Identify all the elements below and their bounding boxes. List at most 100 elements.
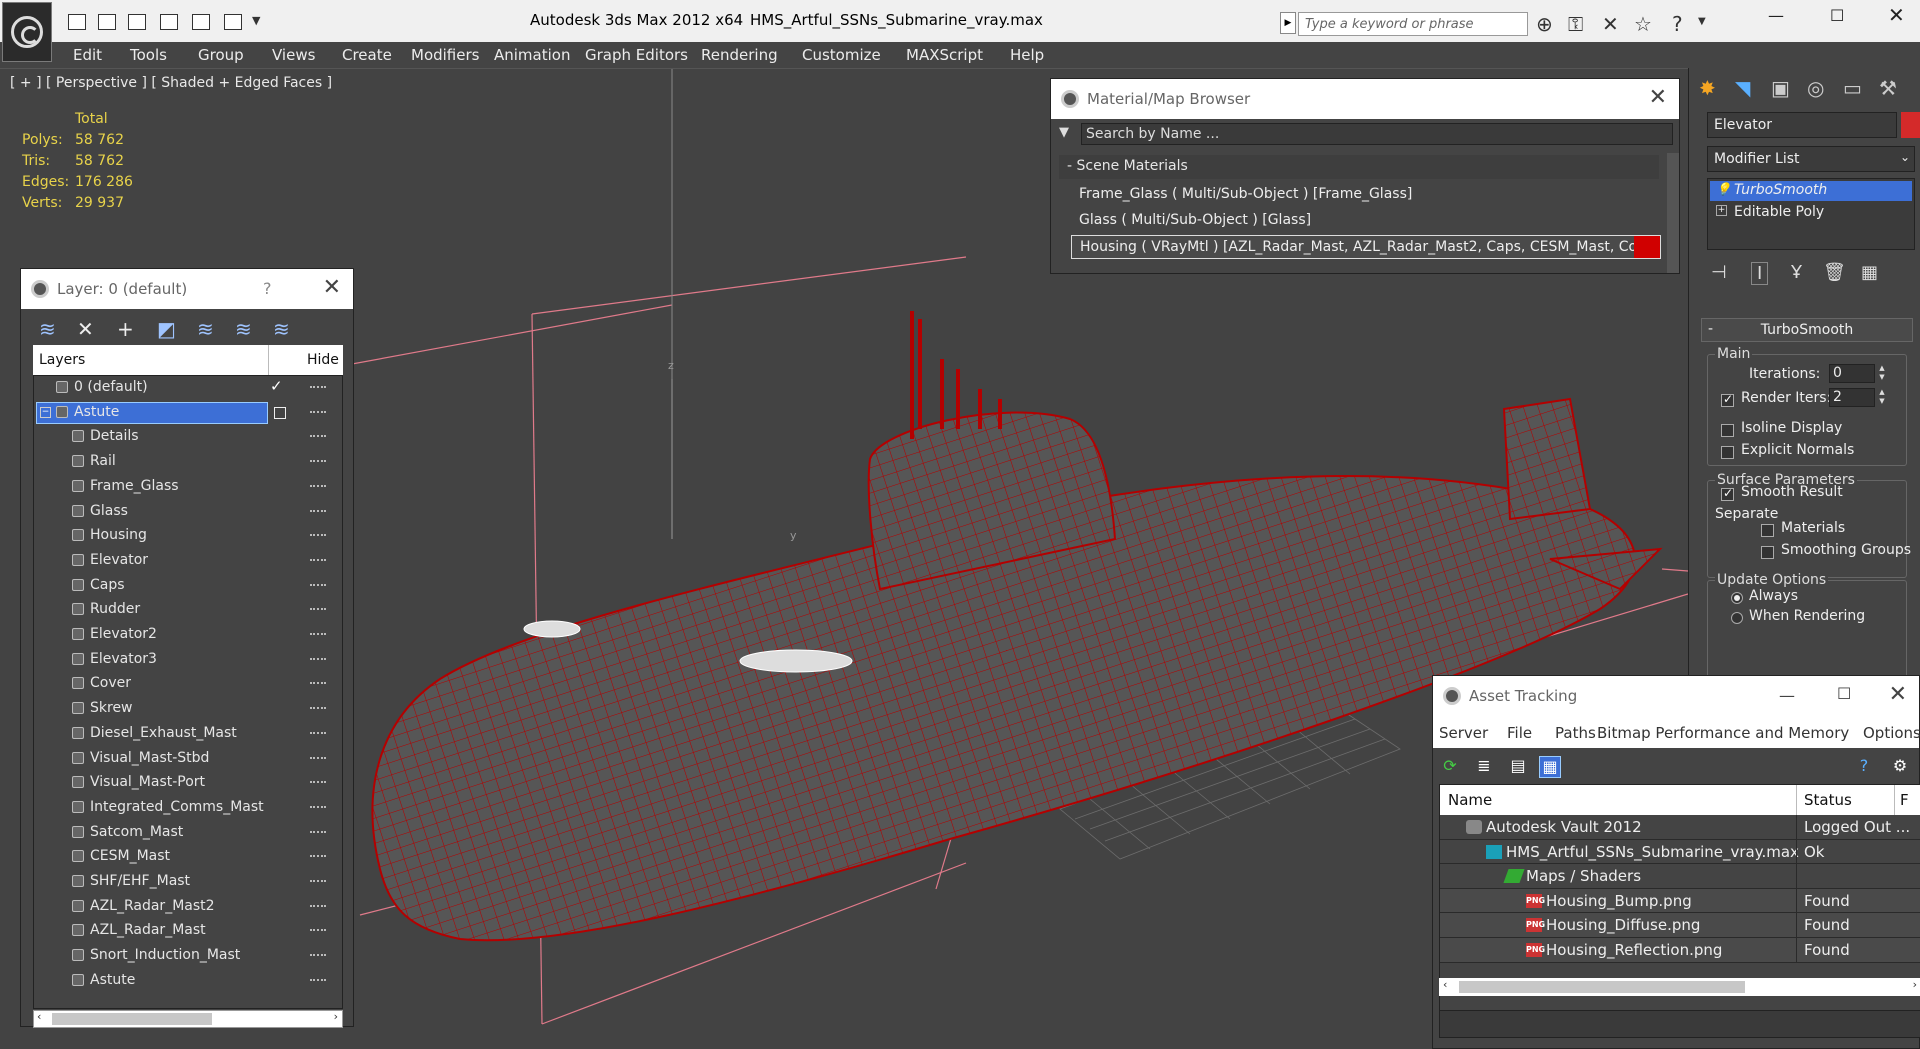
menu-help[interactable]: Help (1010, 46, 1044, 64)
scroll-left-icon[interactable]: ‹ (1443, 978, 1447, 991)
asset-help-icon[interactable]: ? (1853, 756, 1875, 778)
hide-toggle[interactable] (310, 509, 326, 512)
hide-toggle[interactable] (310, 534, 326, 537)
menu-customize[interactable]: Customize (802, 46, 881, 64)
object-color-swatch[interactable] (1901, 112, 1920, 138)
layer-row[interactable]: Snort_Induction_Mast (34, 944, 342, 969)
asset-row[interactable]: Maps / Shaders (1440, 864, 1920, 889)
close-window-button[interactable]: ✕ (1888, 3, 1905, 27)
quick-access-dropdown-icon[interactable]: ▼ (252, 14, 260, 27)
hide-toggle[interactable] (310, 633, 326, 635)
display-tab-icon[interactable]: ▭ (1843, 76, 1862, 100)
favorites-star-icon[interactable]: ☆ (1634, 12, 1652, 36)
layer-row[interactable]: Caps (34, 574, 342, 599)
viewport-label[interactable]: [ + ] [ Perspective ] [ Shaded + Edged F… (10, 75, 332, 91)
asset-horizontal-scrollbar[interactable]: ‹ › (1439, 978, 1920, 996)
hide-toggle[interactable] (310, 978, 326, 981)
hierarchy-tab-icon[interactable]: ▣ (1771, 76, 1790, 100)
material-vertical-scrollbar[interactable] (1667, 153, 1679, 273)
layer-row[interactable]: Rail (34, 450, 342, 475)
layer-row[interactable]: SHF/EHF_Mast (34, 870, 342, 895)
freeze-all-icon[interactable]: ≋ (273, 317, 290, 341)
new-layer-icon[interactable]: ≋ (39, 317, 56, 341)
render-iters-spinner-arrows[interactable]: ▲ ▼ (1877, 388, 1887, 407)
material-search-input[interactable]: Search by Name ... (1081, 123, 1673, 145)
hide-toggle[interactable] (310, 484, 326, 487)
update-always-radio[interactable] (1731, 592, 1743, 604)
create-tab-icon[interactable]: ✸ (1699, 76, 1716, 100)
layer-row[interactable]: Details (34, 425, 342, 450)
hide-toggle[interactable] (310, 855, 326, 858)
asset-row[interactable]: Autodesk Vault 2012 Logged Out ... (1440, 815, 1920, 840)
asset-menu-paths[interactable]: Paths (1555, 724, 1596, 742)
menu-rendering[interactable]: Rendering (701, 46, 778, 64)
isoline-display-checkbox[interactable] (1721, 424, 1734, 437)
asset-row[interactable]: PNG Housing_Bump.png Found (1440, 888, 1920, 914)
iterations-spinner[interactable]: 0 (1829, 364, 1875, 383)
asset-menu-file[interactable]: File (1507, 724, 1532, 742)
search-input[interactable]: Type a keyword or phrase (1298, 12, 1528, 36)
explicit-normals-checkbox[interactable] (1721, 446, 1734, 459)
asset-menu-server[interactable]: Server (1439, 724, 1488, 742)
material-item-selected[interactable]: Housing ( VRayMtl ) [AZL_Radar_Mast, AZL… (1071, 235, 1661, 259)
collapse-icon[interactable]: − (40, 406, 51, 418)
hide-toggle[interactable] (310, 682, 326, 685)
binoculars-icon[interactable]: ⊕ (1536, 12, 1553, 36)
asset-close-button[interactable]: ✕ (1889, 682, 1907, 707)
thumbnail-view-icon[interactable]: ▤ (1507, 756, 1529, 778)
utilities-tab-icon[interactable]: ⚒ (1879, 76, 1897, 100)
hide-toggle[interactable] (310, 805, 326, 808)
menu-edit[interactable]: Edit (73, 46, 102, 64)
layer-row[interactable]: Skrew (34, 697, 342, 722)
hide-toggle[interactable] (310, 781, 326, 784)
hide-toggle[interactable] (310, 583, 326, 586)
hide-toggle[interactable] (310, 386, 326, 388)
scroll-left-icon[interactable]: ‹ (37, 1010, 41, 1023)
asset-row[interactable]: PNG Housing_Diffuse.png Found (1440, 913, 1920, 938)
modifier-list-dropdown[interactable]: Modifier List ⌄ (1707, 146, 1915, 172)
hide-toggle[interactable] (310, 954, 326, 957)
layer-row[interactable]: Integrated_Comms_Mast (34, 796, 342, 821)
pin-stack-icon[interactable]: ⊣ (1711, 262, 1727, 283)
maximize-button[interactable]: ☐ (1830, 6, 1844, 25)
smooth-result-checkbox[interactable] (1721, 486, 1734, 501)
scroll-right-icon[interactable]: › (334, 1010, 338, 1023)
asset-row[interactable]: HMS_Artful_SSNs_Submarine_vray.max Ok (1440, 839, 1920, 865)
material-item[interactable]: Glass ( Multi/Sub-Object ) [Glass] (1071, 209, 1661, 233)
make-unique-icon[interactable]: Ұ (1791, 262, 1802, 283)
hide-toggle[interactable] (310, 410, 326, 413)
layer-row[interactable]: Glass (34, 500, 342, 525)
hold-icon[interactable] (160, 14, 178, 30)
layer-panel-titlebar[interactable]: Layer: 0 (default) ? ✕ (21, 269, 353, 309)
show-end-result-icon[interactable]: I (1751, 262, 1769, 285)
save-file-icon[interactable] (98, 14, 116, 30)
open-file-icon[interactable] (68, 14, 86, 30)
hide-toggle[interactable] (310, 657, 326, 660)
col-name[interactable]: Name (1448, 791, 1492, 809)
asset-row[interactable]: PNG Housing_Reflection.png Found (1440, 938, 1920, 963)
separate-smoothing-groups-checkbox[interactable] (1761, 546, 1774, 559)
list-view-icon[interactable]: ≣ (1473, 756, 1495, 778)
render-iters-checkbox[interactable] (1721, 392, 1734, 407)
stack-item-turbosmooth[interactable]: 💡 TurboSmooth (1710, 181, 1912, 201)
table-view-icon[interactable]: ▦ (1539, 756, 1561, 778)
hide-toggle[interactable] (310, 558, 326, 561)
material-browser-close-button[interactable]: ✕ (1649, 85, 1667, 110)
material-browser-titlebar[interactable]: Material/Map Browser ✕ (1051, 79, 1679, 119)
layer-row[interactable]: Visual_Mast-Stbd (34, 747, 342, 772)
asset-tracking-titlebar[interactable]: Asset Tracking — ☐ ✕ (1433, 676, 1919, 716)
col-extra[interactable]: F (1900, 791, 1909, 809)
stack-item-editable-poly[interactable]: + Editable Poly (1710, 203, 1912, 223)
new-scene-icon[interactable] (128, 14, 146, 30)
scroll-thumb[interactable] (1459, 981, 1745, 993)
layer-row[interactable]: Cover (34, 672, 342, 697)
layer-row[interactable]: Elevator3 (34, 648, 342, 673)
configure-sets-icon[interactable]: ▦ (1861, 262, 1878, 283)
hide-toggle[interactable] (310, 608, 326, 611)
separate-materials-checkbox[interactable] (1761, 524, 1774, 537)
asset-minimize-button[interactable]: — (1779, 686, 1795, 705)
layer-row[interactable]: AZL_Radar_Mast2 (34, 895, 342, 920)
layer-row[interactable]: Satcom_Mast (34, 821, 342, 846)
select-objects-icon[interactable]: ◩ (157, 317, 176, 341)
update-when-rendering-radio[interactable] (1731, 612, 1743, 624)
